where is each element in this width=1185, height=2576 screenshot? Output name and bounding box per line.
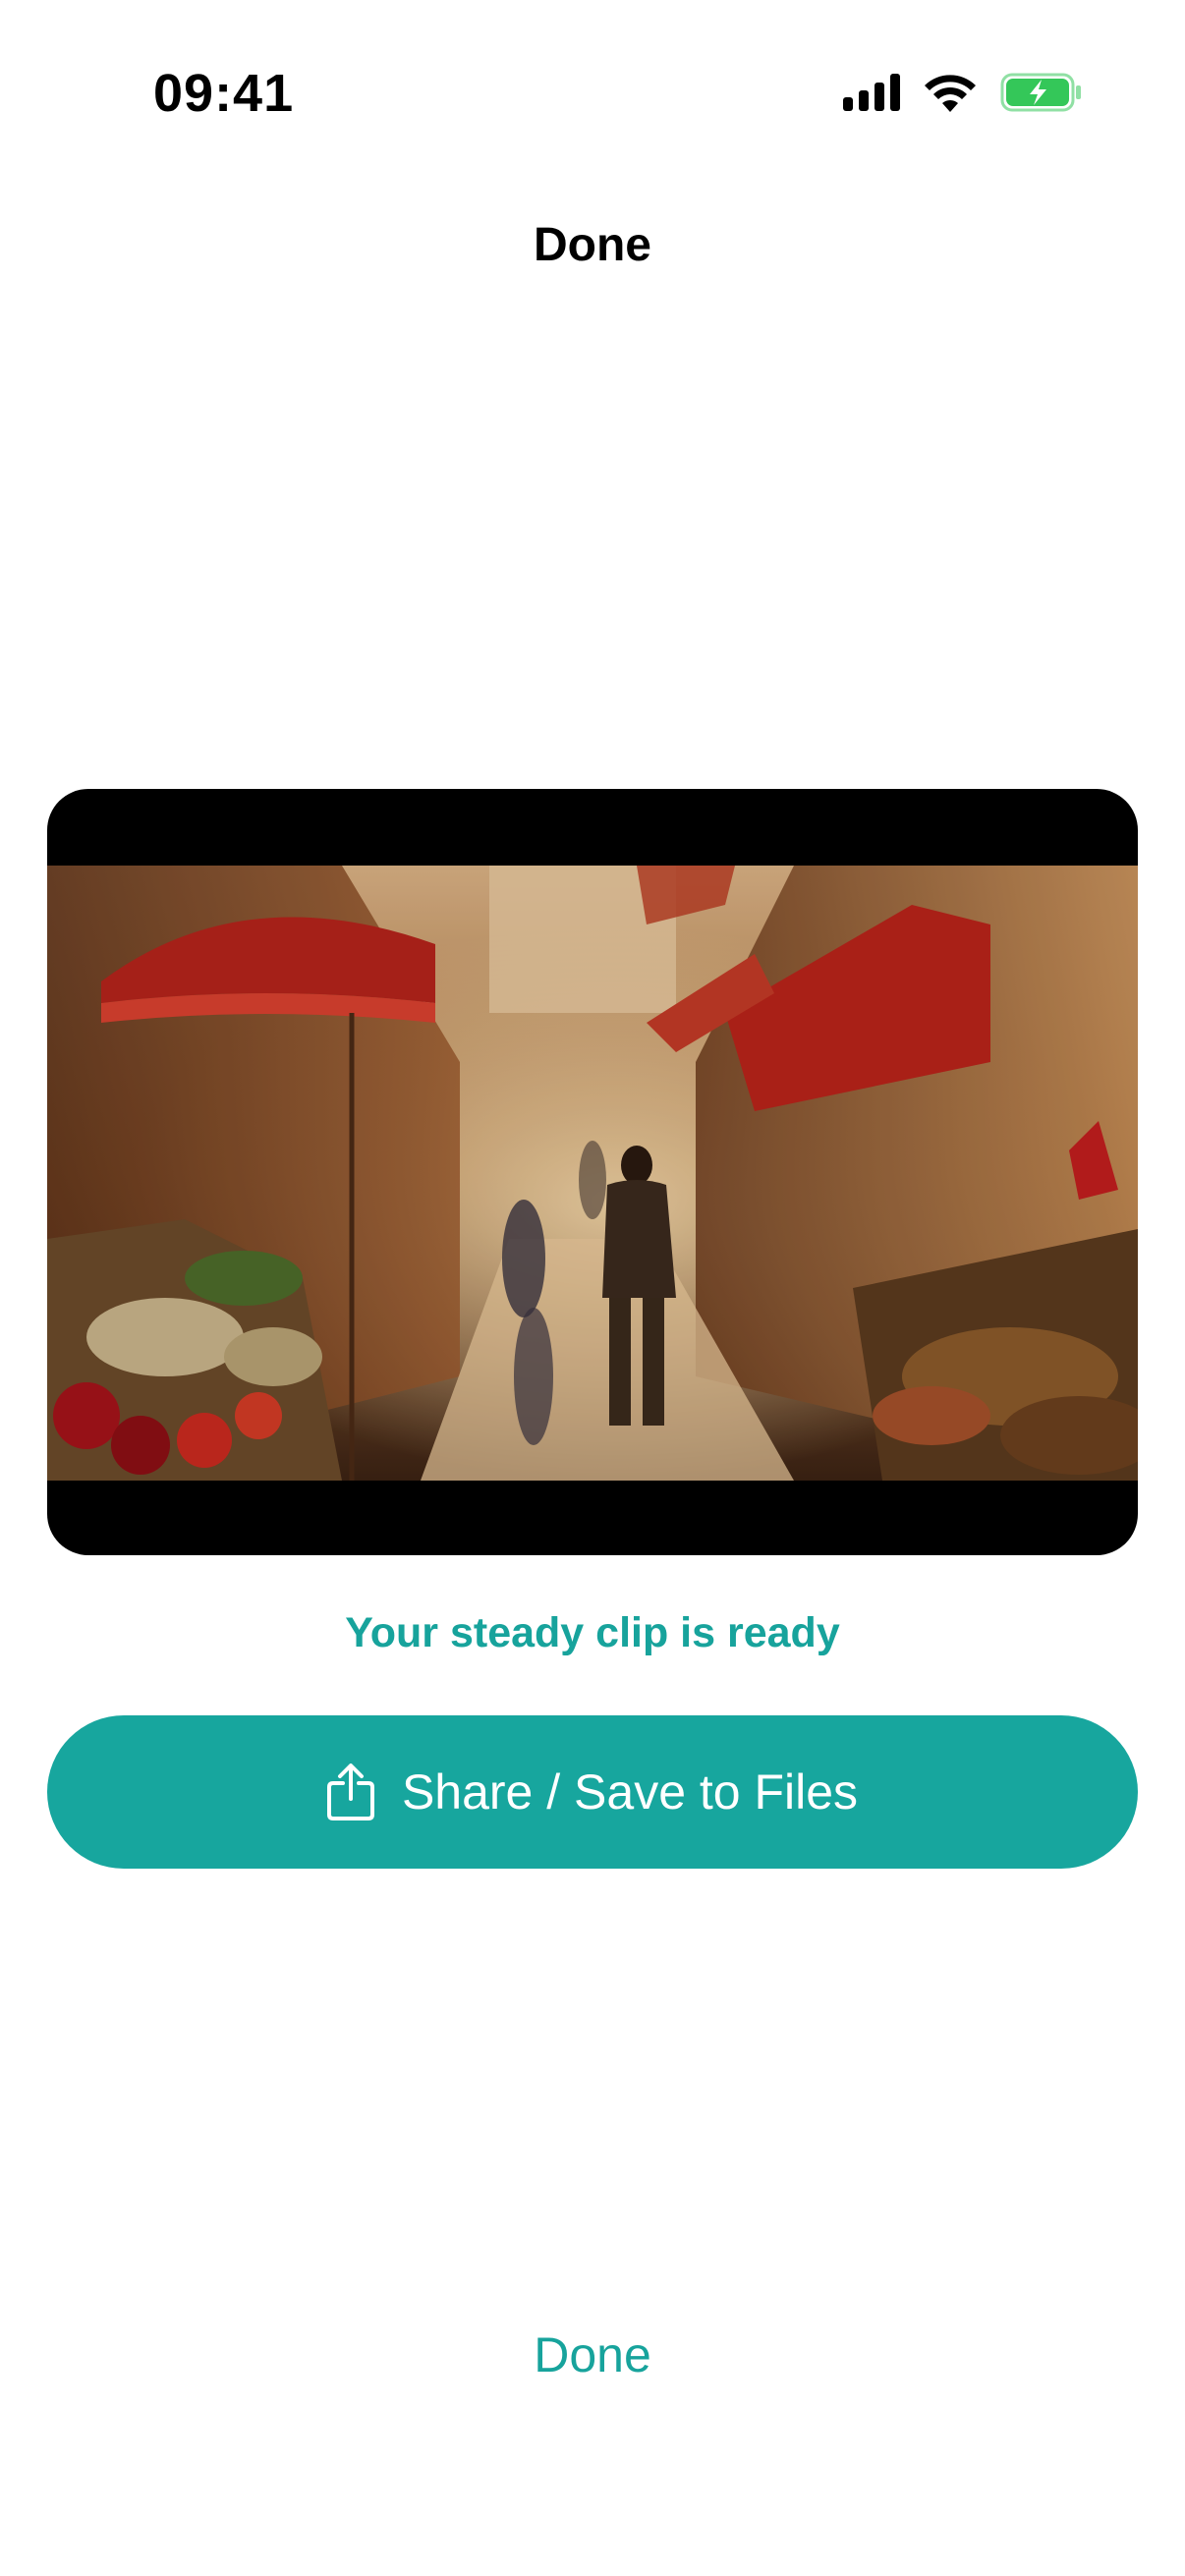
status-icons <box>843 73 1083 112</box>
share-icon <box>326 1764 374 1820</box>
share-save-label: Share / Save to Files <box>401 1764 859 1820</box>
status-bar: 09:41 <box>0 0 1185 187</box>
done-button[interactable]: Done <box>0 2326 1185 2383</box>
ready-message: Your steady clip is ready <box>345 1609 840 1656</box>
cellular-signal-icon <box>843 74 900 111</box>
battery-charging-icon <box>1000 73 1081 112</box>
status-time: 09:41 <box>153 64 295 123</box>
video-thumbnail <box>47 866 1138 1481</box>
page-title: Done <box>534 219 651 271</box>
video-preview[interactable] <box>47 789 1138 1555</box>
wifi-icon <box>925 75 976 112</box>
share-save-button[interactable]: Share / Save to Files <box>47 1715 1138 1869</box>
